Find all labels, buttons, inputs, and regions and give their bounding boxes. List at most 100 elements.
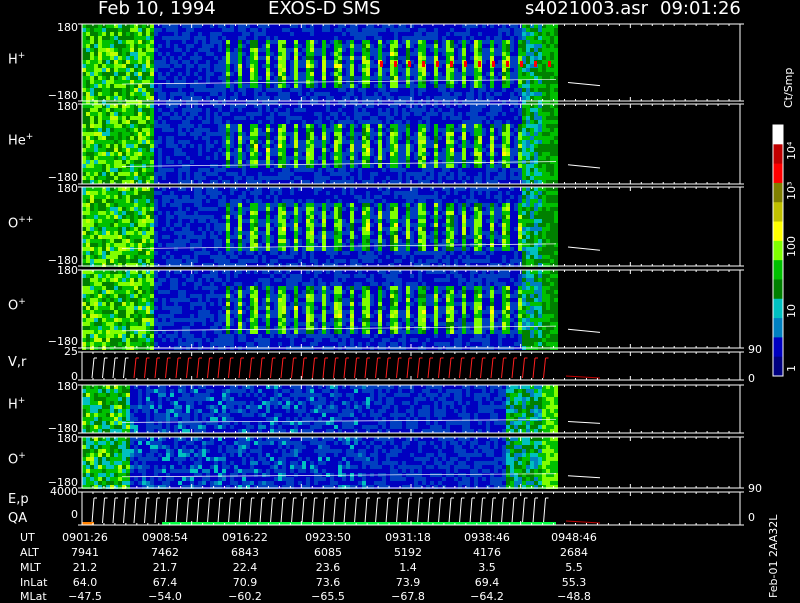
heat-cell bbox=[534, 72, 538, 76]
heat-cell bbox=[314, 112, 318, 116]
heat-cell bbox=[198, 168, 202, 172]
heat-cell bbox=[398, 52, 402, 56]
heat-cell bbox=[470, 64, 474, 68]
heat-cell bbox=[446, 128, 450, 132]
heat-cell bbox=[242, 60, 246, 64]
heat-cell bbox=[430, 60, 434, 64]
heat-cell bbox=[190, 112, 194, 116]
heat-cell bbox=[322, 88, 326, 92]
heat-cell bbox=[134, 104, 138, 108]
heat-cell bbox=[194, 40, 198, 44]
heat-cell bbox=[314, 120, 318, 124]
heat-cell bbox=[110, 199, 114, 203]
heat-cell bbox=[82, 92, 86, 96]
heat-cell bbox=[122, 215, 126, 219]
heat-cell bbox=[370, 96, 374, 100]
heat-cell bbox=[234, 176, 238, 180]
heat-cell bbox=[218, 108, 222, 112]
heat-cell bbox=[98, 235, 102, 239]
heat-cell bbox=[114, 120, 118, 124]
heat-cell bbox=[178, 112, 182, 116]
heat-cell bbox=[502, 164, 506, 168]
heat-cell bbox=[402, 64, 406, 68]
heat-cell bbox=[398, 36, 402, 40]
heat-cell bbox=[150, 84, 154, 88]
heat-cell bbox=[434, 148, 438, 152]
heat-cell bbox=[490, 84, 494, 88]
heat-cell bbox=[418, 136, 422, 140]
heat-cell bbox=[350, 104, 354, 108]
heat-cell bbox=[390, 176, 394, 180]
heat-cell bbox=[262, 80, 266, 84]
heat-cell bbox=[142, 36, 146, 40]
heat-cell bbox=[374, 112, 378, 116]
heat-cell bbox=[94, 140, 98, 144]
heat-cell bbox=[222, 140, 226, 144]
heat-cell bbox=[414, 128, 418, 132]
heat-cell bbox=[302, 72, 306, 76]
heat-cell bbox=[86, 124, 90, 128]
heat-cell bbox=[122, 223, 126, 227]
heat-cell bbox=[526, 128, 530, 132]
heat-cell bbox=[86, 44, 90, 48]
heat-cell bbox=[182, 84, 186, 88]
heat-cell bbox=[86, 48, 90, 52]
heat-cell bbox=[534, 32, 538, 36]
heat-cell bbox=[462, 84, 466, 88]
heat-cell bbox=[362, 180, 366, 184]
heat-cell bbox=[90, 40, 94, 44]
heat-cell bbox=[286, 180, 290, 184]
heat-cell bbox=[230, 24, 234, 28]
heat-cell bbox=[314, 144, 318, 148]
heat-cell bbox=[258, 68, 262, 72]
heat-cell bbox=[298, 52, 302, 56]
heat-cell bbox=[310, 28, 314, 32]
heat-cell bbox=[86, 132, 90, 136]
heat-cell bbox=[358, 40, 362, 44]
heat-cell bbox=[122, 124, 126, 128]
heat-cell bbox=[522, 76, 526, 80]
heat-cell bbox=[398, 44, 402, 48]
heat-cell bbox=[402, 60, 406, 64]
heat-cell bbox=[306, 128, 310, 132]
heat-cell bbox=[330, 112, 334, 116]
heat-cell bbox=[322, 144, 326, 148]
heat-cell bbox=[110, 80, 114, 84]
heat-cell bbox=[470, 144, 474, 148]
heat-cell bbox=[282, 124, 286, 128]
heat-cell bbox=[174, 116, 178, 120]
heat-cell bbox=[426, 172, 430, 176]
heat-cell bbox=[318, 40, 322, 44]
heat-cell bbox=[198, 52, 202, 56]
heat-cell bbox=[118, 207, 122, 211]
heat-cell bbox=[486, 132, 490, 136]
heat-cell bbox=[226, 92, 230, 96]
heat-cell bbox=[326, 148, 330, 152]
heat-cell bbox=[102, 259, 106, 263]
heat-cell bbox=[410, 132, 414, 136]
heat-cell bbox=[358, 96, 362, 100]
heat-cell bbox=[182, 128, 186, 132]
heat-cell bbox=[158, 148, 162, 152]
heat-cell bbox=[282, 44, 286, 48]
heat-cell bbox=[506, 56, 510, 60]
heat-cell bbox=[498, 32, 502, 36]
heat-cell bbox=[278, 76, 282, 80]
heat-cell bbox=[514, 76, 518, 80]
heat-cell bbox=[382, 168, 386, 172]
heat-cell bbox=[194, 152, 198, 156]
heat-cell bbox=[402, 108, 406, 112]
heat-cell bbox=[82, 56, 86, 60]
heat-cell bbox=[186, 40, 190, 44]
heat-cell bbox=[438, 144, 442, 148]
heat-cell bbox=[102, 243, 106, 247]
heat-cell bbox=[270, 128, 274, 132]
heat-cell bbox=[386, 88, 390, 92]
heat-cell bbox=[250, 88, 254, 92]
heat-cell bbox=[502, 56, 506, 60]
heat-cell bbox=[174, 56, 178, 60]
heat-cell bbox=[378, 168, 382, 172]
heat-cell bbox=[458, 84, 462, 88]
heat-cell bbox=[142, 108, 146, 112]
heat-cell bbox=[114, 199, 118, 203]
